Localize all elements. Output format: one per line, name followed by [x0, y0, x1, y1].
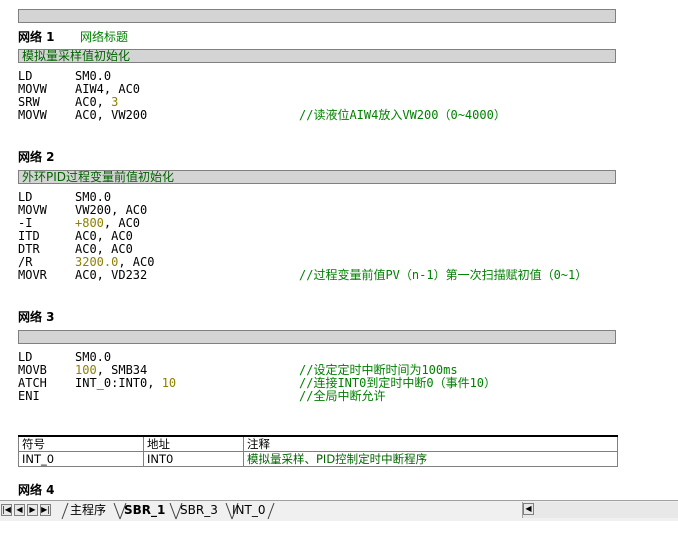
horizontal-scrollbar[interactable]: ◀ [522, 502, 678, 518]
network-4-label[interactable]: 网络 4 [18, 484, 55, 497]
constant-operand: 3200.0 [75, 255, 119, 269]
network-3-comment[interactable] [18, 330, 616, 344]
symbol-table: 符号 地址 注释 INT_0 INT0 模拟量采样、PID控制定时中断程序 [18, 435, 618, 467]
next-tab-icon[interactable]: ▶ [27, 504, 38, 516]
network-3-label[interactable]: 网络 3 [18, 311, 55, 324]
line-comment: //过程变量前值PV（n-1）第一次扫描赋初值（0~1） [299, 268, 588, 282]
top-comment-bar[interactable] [18, 9, 616, 23]
instruction: ENI [18, 389, 40, 403]
network-1-title[interactable]: 网络标题 [80, 31, 128, 44]
operand: SM0.0 [75, 69, 112, 83]
address-cell[interactable]: INT0 [143, 451, 244, 467]
last-tab-icon[interactable]: ▶| [40, 504, 51, 516]
operand: INT_0:INT0, [75, 376, 162, 390]
symbol-table-header: 符号 地址 注释 [18, 435, 618, 452]
tab-int-0[interactable]: INT_0 [232, 503, 265, 518]
comment-cell[interactable]: 模拟量采样、PID控制定时中断程序 [243, 451, 618, 467]
operand: AC0, VD232 [75, 268, 148, 282]
network-2-label[interactable]: 网络 2 [18, 151, 55, 164]
instruction: MOVR [18, 268, 47, 282]
operand: AC0, VW200 [75, 108, 148, 122]
operands: AC0, VW200 [75, 109, 147, 122]
line-comment: //读液位AIW4放入VW200（0~4000） [299, 108, 506, 122]
constant-operand: +800 [75, 216, 104, 230]
tab-main[interactable]: 主程序 [70, 503, 106, 518]
line-comment: //全局中断允许 [299, 389, 386, 403]
instruction: MOVW [18, 108, 47, 122]
network-1-label[interactable]: 网络 1 [18, 31, 55, 44]
table-row[interactable]: INT_0 INT0 模拟量采样、PID控制定时中断程序 [18, 451, 618, 467]
symbol-header: 符号 [18, 435, 144, 452]
operand: , AC0 [118, 255, 155, 269]
tab-sbr-3[interactable]: SBR_3 [180, 503, 218, 518]
symbol-cell[interactable]: INT_0 [18, 451, 144, 467]
operand: VW200, AC0 [75, 203, 148, 217]
constant-operand: 10 [161, 376, 177, 390]
constant-operand: 3 [111, 95, 119, 109]
network-1-comment[interactable]: 模拟量采样值初始化 [18, 49, 616, 63]
first-tab-icon[interactable]: |◀ [1, 504, 12, 516]
address-header: 地址 [143, 435, 244, 452]
prev-tab-icon[interactable]: ◀ [14, 504, 25, 516]
operand: AIW4, AC0 [75, 82, 141, 96]
network-2-comment[interactable]: 外环PID过程变量前值初始化 [18, 170, 616, 184]
operand: , AC0 [103, 216, 141, 230]
comment-header: 注释 [243, 435, 618, 452]
operand: AC0, AC0 [75, 242, 133, 256]
operands: INT_0:INT0, 10 [75, 377, 176, 390]
tab-sbr-1[interactable]: SBR_1 [124, 503, 165, 518]
operands: AC0, VD232 [75, 269, 147, 282]
operand: , SMB34 [96, 363, 148, 377]
scroll-left-icon[interactable]: ◀ [523, 503, 534, 515]
constant-operand: 100 [75, 363, 97, 377]
operand: SM0.0 [75, 190, 112, 204]
operand: AC0, AC0 [75, 229, 133, 243]
operand: SM0.0 [75, 350, 112, 364]
operand: AC0, [75, 95, 112, 109]
